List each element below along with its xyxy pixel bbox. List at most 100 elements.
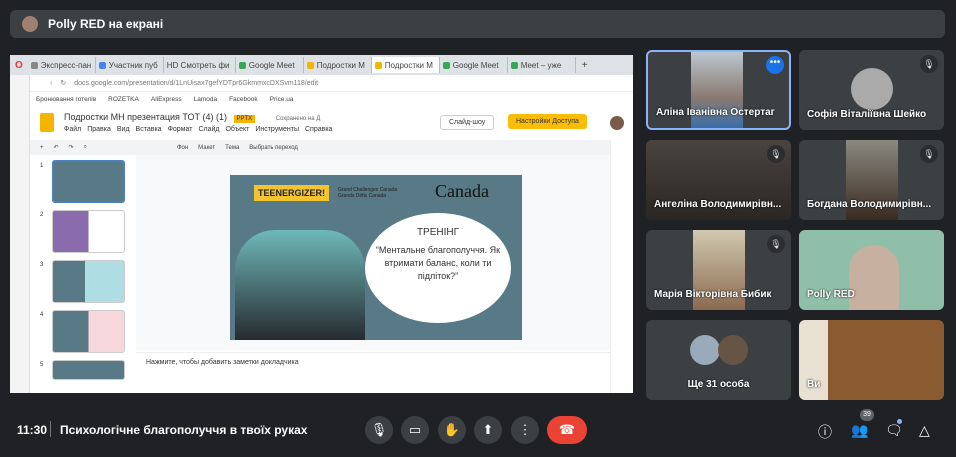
participant-tile[interactable]: 🎙 Софія Віталіївна Шейко [799, 50, 944, 130]
slide-thumb-1[interactable] [52, 160, 125, 203]
menu-item[interactable]: Инструменты [255, 126, 299, 133]
browser-tab-active[interactable]: Подростки М [371, 57, 440, 73]
toolbar-layout[interactable]: Макет [198, 145, 215, 151]
participant-avatar [690, 335, 720, 365]
bookmark[interactable]: ROZETKA [108, 96, 139, 103]
slides-logo-icon [40, 113, 54, 132]
browser-tab[interactable]: Google Meet [440, 57, 508, 73]
menu-item[interactable]: Файл [64, 126, 81, 133]
chat-notification-dot [897, 419, 902, 424]
save-status: Сохранено на Д [275, 116, 321, 122]
slide-thumb-5[interactable] [52, 360, 125, 380]
presenter-avatar [22, 16, 38, 32]
menu-bar: Файл Правка Вид Вставка Формат Слайд Объект Инс… [64, 126, 332, 133]
participant-tile[interactable]: Polly RED [799, 230, 944, 310]
slide-number: 4 [40, 312, 44, 318]
doc-title[interactable]: Подростки МН презентация ТОТ (4) (1) [64, 112, 227, 122]
speech-bubble: ТРЕНІНГ “Ментальне благополуччя. Як втри… [365, 213, 511, 323]
reload-icon[interactable]: ↻ [60, 79, 66, 87]
camera-button[interactable]: ▭ [401, 416, 429, 444]
end-call-button[interactable]: ☎ [547, 416, 587, 444]
toolbar-theme[interactable]: Тема [225, 145, 239, 151]
more-participants-label: Ще 31 особа [687, 379, 750, 390]
doc-header: Подростки МН презентация ТОТ (4) (1) PPT… [30, 107, 633, 140]
gcc-logo: Grand Challenges Canada Grands Défis Cana… [338, 187, 398, 199]
speaker-notes[interactable]: Нажмите, чтобы добавить заметки докладчи… [136, 352, 610, 393]
more-options-button[interactable]: ⋮ [511, 416, 539, 444]
bookmark[interactable]: Бронювання готелів [36, 96, 96, 103]
toolbar-transition[interactable]: Выбрать переход [249, 145, 298, 151]
participant-name: Ангеліна Володимирівн... [654, 199, 782, 210]
new-slide-icon[interactable]: + [40, 145, 44, 151]
browser-tab[interactable]: Участник пуб [96, 57, 164, 73]
browser-tab[interactable]: Подростки М [304, 57, 372, 73]
activities-icon[interactable]: △ [919, 422, 930, 439]
new-tab-icon[interactable]: + [576, 60, 588, 71]
url-text[interactable]: docs.google.com/presentation/d/1LnUisax7… [74, 80, 318, 87]
zoom-icon[interactable]: ⌕ [84, 144, 87, 151]
bookmark[interactable]: Lamoda [194, 96, 218, 103]
participant-name: Богдана Володимирівн... [807, 199, 932, 210]
mic-button[interactable]: 🎙 [365, 416, 393, 444]
presenter-label: Polly RED на екрані [48, 17, 164, 31]
participant-name: Софія Віталіївна Шейко [807, 109, 927, 120]
meeting-time: 11:30 [17, 423, 48, 437]
account-avatar[interactable] [610, 116, 624, 130]
more-options-icon[interactable]: ••• [766, 56, 784, 74]
slide-number: 5 [40, 362, 44, 368]
participant-tile[interactable]: 🎙 Ангеліна Володимирівн... [646, 140, 791, 220]
participant-tile[interactable]: ••• Аліна Іванівна Остертаг [646, 50, 791, 130]
chat-icon[interactable]: 🗨 [885, 422, 903, 439]
presenter-bar: Polly RED на екрані [10, 10, 945, 38]
bookmark[interactable]: Price.ua [270, 96, 294, 103]
teenergizer-logo: TEENERGIZER! [254, 185, 330, 201]
browser-tabs: O Экспресс-пан Участник пуб HD Смотреть … [10, 55, 633, 75]
browser-tab[interactable]: Экспресс-пан [28, 57, 96, 73]
browser-tab[interactable]: HD Смотреть фи [164, 57, 236, 73]
people-icon[interactable]: 👥 [851, 422, 868, 439]
canada-logo: Canada [435, 181, 489, 201]
bookmark[interactable]: Facebook [229, 96, 258, 103]
address-bar[interactable]: ‹ ↻ docs.google.com/presentation/d/1LnUis… [10, 75, 633, 92]
people-count-badge: 39 [860, 409, 874, 421]
mic-off-icon: 🎙 [920, 145, 938, 163]
slide-number: 1 [40, 163, 44, 169]
bookmark[interactable]: AliExpress [151, 96, 182, 103]
self-tile[interactable]: Ви [799, 320, 944, 400]
slideshow-button[interactable]: Слайд-шоу [440, 115, 495, 130]
present-button[interactable]: ⬆ [474, 416, 502, 444]
toolbar-background[interactable]: Фон [177, 145, 188, 151]
more-participants-tile[interactable]: Ще 31 особа [646, 320, 791, 400]
side-panel-rail [610, 140, 633, 393]
browser-tab[interactable]: Google Meet [236, 57, 304, 73]
browser-tab[interactable]: Meet – уже [508, 57, 576, 73]
current-slide[interactable]: TEENERGIZER! Grand Challenges Canada Gran… [230, 175, 522, 340]
slide-thumb-3[interactable] [52, 260, 125, 303]
slide-thumb-2[interactable] [52, 210, 125, 253]
slide-thumbnails: 1 2 3 4 5 [30, 155, 130, 393]
back-icon[interactable]: ‹ [50, 80, 52, 87]
menu-item[interactable]: Правка [87, 126, 111, 133]
participant-name: Аліна Іванівна Остертаг [656, 107, 775, 118]
share-button[interactable]: Настройки Доступа [508, 114, 587, 129]
menu-item[interactable]: Слайд [198, 126, 219, 133]
participant-tile[interactable]: 🎙 Богдана Володимирівн... [799, 140, 944, 220]
browser-sidebar [10, 75, 30, 393]
participant-tile[interactable]: 🎙 Марія Вікторівна Бибик [646, 230, 791, 310]
menu-item[interactable]: Формат [168, 126, 193, 133]
slides-toolbar: + ↶ ↷ ⌕ Фон Макет Тема Выбрать переход [30, 140, 610, 155]
redo-icon[interactable]: ↷ [69, 144, 74, 151]
menu-item[interactable]: Объект [225, 126, 249, 133]
shared-screen: O Экспресс-пан Участник пуб HD Смотреть … [10, 55, 633, 393]
slide-number: 2 [40, 212, 44, 218]
undo-icon[interactable]: ↶ [54, 144, 59, 151]
slide-thumb-4[interactable] [52, 310, 125, 353]
menu-item[interactable]: Справка [305, 126, 332, 133]
participant-name: Polly RED [807, 289, 855, 300]
menu-item[interactable]: Вид [117, 126, 130, 133]
bookmarks-bar: Бронювання готелів ROZETKA AliExpress La… [10, 92, 633, 107]
raise-hand-button[interactable]: ✋ [438, 416, 466, 444]
info-icon[interactable]: ⓘ [818, 422, 832, 442]
menu-item[interactable]: Вставка [136, 126, 162, 133]
participant-name: Марія Вікторівна Бибик [654, 289, 772, 300]
